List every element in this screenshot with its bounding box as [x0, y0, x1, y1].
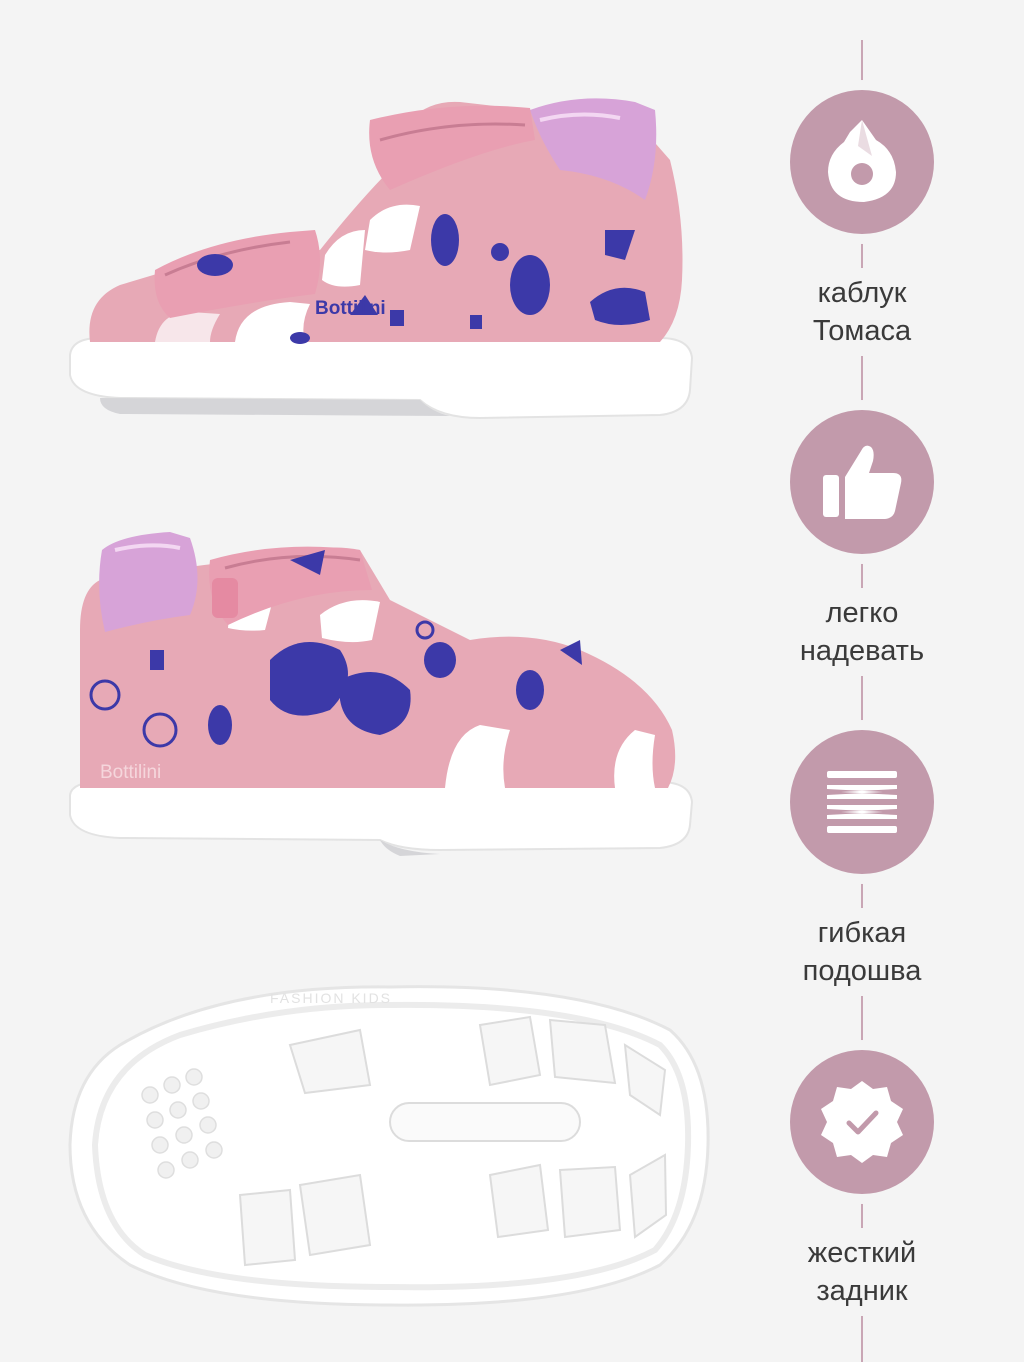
- feature-label-line1: каблук: [817, 277, 907, 309]
- feature-label-line2: подошва: [802, 955, 922, 987]
- feature-label-line2: задник: [816, 1275, 908, 1307]
- check-badge-icon: [790, 1050, 934, 1194]
- feature-rigid-heel-counter: жесткий задник: [760, 1050, 964, 1316]
- feature-column: каблук Томаса легко надевать гибкая подо…: [760, 0, 1024, 1362]
- svg-text:Bottilini: Bottilini: [315, 298, 386, 319]
- sandal-side-view-image: Bottilini: [60, 80, 700, 440]
- feature-thomas-heel: каблук Томаса: [760, 90, 964, 356]
- sandal-inner-side-image: Bottilini: [60, 520, 700, 880]
- sole-print-text: FASHION KIDS: [270, 990, 392, 1006]
- feature-label-line2: надевать: [799, 635, 925, 667]
- feature-label-line1: жесткий: [807, 1237, 917, 1269]
- feature-label-line1: гибкая: [817, 917, 907, 949]
- feature-easy-to-wear: легко надевать: [760, 410, 964, 676]
- feature-label-line2: Томаса: [812, 315, 912, 347]
- svg-text:Bottilini: Bottilini: [100, 762, 161, 783]
- thumbs-up-icon: [790, 410, 934, 554]
- flexible-sole-icon: [790, 730, 934, 874]
- heel-icon: [790, 90, 934, 234]
- outsole-image: FASHION KIDS: [60, 975, 710, 1315]
- feature-flexible-sole: гибкая подошва: [760, 730, 964, 996]
- product-images: Bottilini Bottilini FASHION KIDS: [0, 0, 760, 1362]
- feature-label-line1: легко: [825, 597, 899, 629]
